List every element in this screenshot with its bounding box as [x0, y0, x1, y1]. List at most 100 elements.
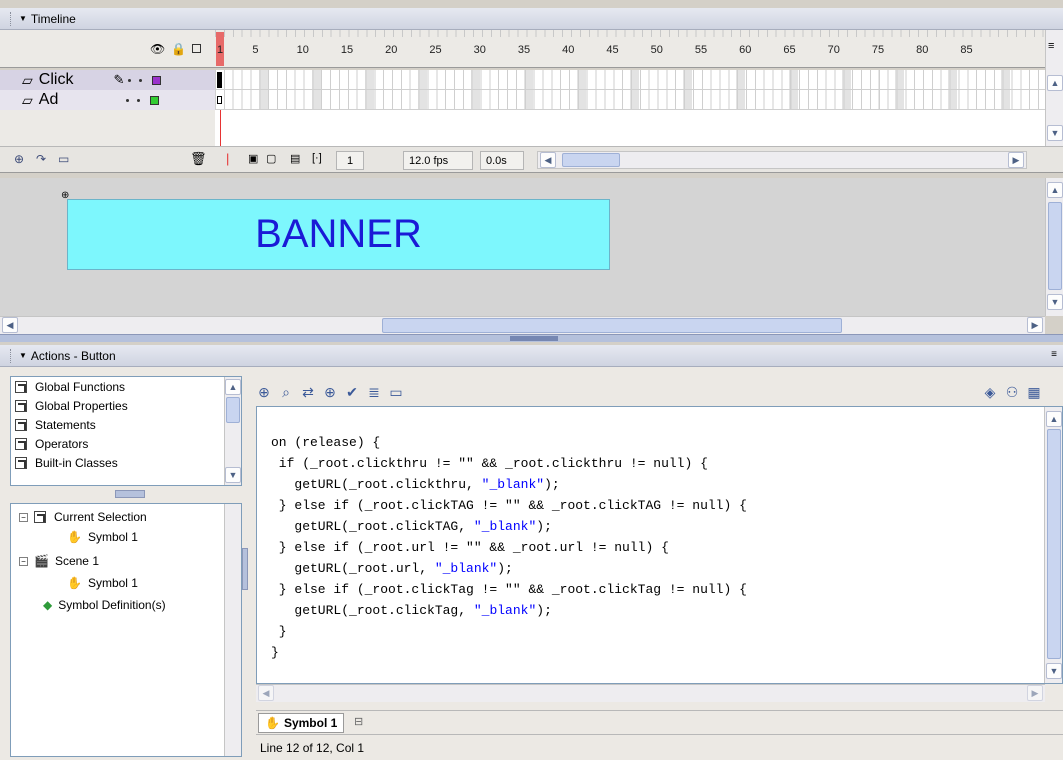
collapse-icon[interactable]: − [19, 512, 28, 522]
tree-item-symbol-definitions[interactable]: ◆ Symbol Definition(s) [43, 598, 166, 612]
toolbox-item[interactable]: Statements [11, 415, 241, 434]
code-line: getURL(_root.clickTag, "_blank"); [271, 603, 552, 618]
editor-vscroll[interactable]: ▲ ▼ [1044, 407, 1062, 683]
collapse-icon[interactable]: − [19, 556, 28, 566]
scroll-left-icon[interactable]: ◀ [2, 317, 18, 333]
stage[interactable]: ⊕ BANNER [0, 178, 1045, 316]
frames-row-ad[interactable] [215, 90, 1045, 110]
find-icon[interactable]: ⌕ [278, 384, 294, 400]
stage-hscroll[interactable]: ◀ ▶ [0, 316, 1045, 334]
timeline-menu-icon[interactable]: ≡ [1048, 40, 1054, 52]
toolbox-splitter-handle[interactable] [115, 490, 145, 498]
timeline-panel-title[interactable]: ▼ Timeline [0, 8, 1063, 30]
banner-button-symbol[interactable]: BANNER [67, 199, 610, 270]
tree-item-scene1[interactable]: − 🎬 Scene 1 [19, 554, 99, 568]
lock-dot[interactable] [139, 78, 143, 82]
frame-tick-label: 60 [739, 44, 752, 56]
frames-row-click[interactable] [215, 70, 1045, 90]
code-text[interactable]: on (release) { if (_root.clickthru != ""… [271, 411, 747, 705]
scroll-up-icon[interactable]: ▲ [225, 379, 241, 395]
toolbox-vscroll[interactable]: ▲ ▼ [224, 377, 241, 485]
keyframe[interactable] [217, 96, 222, 104]
scroll-down-icon[interactable]: ▼ [225, 467, 241, 483]
visibility-dot[interactable] [128, 78, 132, 82]
scroll-down-icon[interactable]: ▼ [1047, 125, 1063, 141]
symbol-definitions-icon: ◆ [43, 598, 53, 612]
scroll-up-icon[interactable]: ▲ [1047, 182, 1063, 198]
scroll-right-icon[interactable]: ▶ [1008, 152, 1024, 168]
fps-display[interactable]: 12.0 fps [403, 151, 473, 170]
toolbox-item[interactable]: Built-in Classes [11, 453, 241, 472]
code-line: getURL(_root.clickthru, "_blank"); [271, 477, 560, 492]
scroll-thumb[interactable] [562, 153, 620, 167]
panel-menu-icon[interactable]: ≡ [1051, 349, 1057, 360]
scroll-up-icon[interactable]: ▲ [1047, 75, 1063, 91]
tree-label: Scene 1 [54, 554, 99, 568]
debug-options-icon[interactable]: ⚇ [1004, 384, 1020, 400]
toolbox-item[interactable]: Global Properties [11, 396, 241, 415]
layer-name[interactable]: Ad [39, 91, 59, 109]
tab-symbol1[interactable]: ✋ Symbol 1 [258, 713, 345, 733]
book-icon [34, 511, 46, 523]
layer-name[interactable]: Click [39, 71, 74, 89]
onion-outline-icon[interactable]: ▢ [266, 152, 276, 165]
panel-grip[interactable] [10, 11, 13, 26]
add-guide-icon[interactable]: ↷ [36, 152, 46, 166]
scroll-up-icon[interactable]: ▲ [1046, 411, 1062, 427]
view-options-icon[interactable]: ▦ [1026, 384, 1042, 400]
navigator-vscroll[interactable] [224, 504, 241, 756]
reference-icon[interactable]: ◈ [982, 384, 998, 400]
onion-skin-icon[interactable]: ▣ [248, 152, 258, 165]
pin-icon[interactable]: ⊟ [354, 715, 363, 728]
scroll-down-icon[interactable]: ▼ [1046, 663, 1062, 679]
auto-format-icon[interactable]: ≣ [366, 384, 382, 400]
scroll-right-icon[interactable]: ▶ [1027, 685, 1043, 701]
scroll-down-icon[interactable]: ▼ [1047, 294, 1063, 310]
check-syntax-icon[interactable]: ✔ [344, 384, 360, 400]
toolbox-label: Operators [35, 436, 89, 451]
scroll-thumb[interactable] [1047, 429, 1061, 659]
center-frame-icon[interactable]: | [226, 151, 229, 166]
layer-color-square[interactable] [150, 95, 160, 105]
scroll-left-icon[interactable]: ◀ [540, 152, 556, 168]
scroll-thumb[interactable] [226, 397, 240, 423]
tree-item-current-selection[interactable]: − Current Selection [19, 510, 147, 524]
visibility-dot[interactable] [126, 98, 130, 102]
collapse-triangle-icon[interactable]: ▼ [19, 14, 27, 23]
add-statement-icon[interactable]: ⊕ [256, 384, 272, 400]
onion-markers-icon[interactable]: [·] [312, 152, 322, 164]
actions-panel-title[interactable]: ▼ Actions - Button ≡ [0, 345, 1063, 367]
scroll-left-icon[interactable]: ◀ [258, 685, 274, 701]
add-layer-icon[interactable]: ⊕ [14, 152, 24, 166]
eye-icon[interactable]: 👁 [150, 42, 165, 56]
editor-hscroll[interactable]: ◀ ▶ [256, 684, 1045, 702]
target-path-icon[interactable]: ⊕ [322, 384, 338, 400]
pane-splitter-handle[interactable] [242, 548, 248, 590]
toolbox-item[interactable]: Operators [11, 434, 241, 453]
tree-item-symbol1[interactable]: ✋ Symbol 1 [67, 530, 138, 544]
panel-grip[interactable] [10, 348, 13, 363]
collapse-triangle-icon[interactable]: ▼ [19, 351, 27, 360]
keyframe[interactable] [217, 72, 222, 88]
scroll-right-icon[interactable]: ▶ [1027, 317, 1043, 333]
layer-color-square[interactable] [152, 75, 162, 85]
trash-icon[interactable]: 🗑 [190, 151, 207, 167]
layer-row-click[interactable]: ▱ Click ✎ [0, 70, 215, 90]
toolbox-item[interactable]: Global Functions [11, 377, 241, 396]
splitter-handle[interactable] [510, 336, 558, 341]
scroll-thumb[interactable] [382, 318, 842, 333]
frames-hscroll[interactable]: ◀ ▶ [537, 151, 1027, 169]
lock-icon[interactable]: 🔒 [171, 42, 186, 56]
scroll-thumb[interactable] [1048, 202, 1062, 290]
edit-multiple-icon[interactable]: ▤ [290, 152, 300, 165]
replace-icon[interactable]: ⇄ [300, 384, 316, 400]
code-hint-icon[interactable]: ▭ [388, 384, 404, 400]
script-editor[interactable]: on (release) { if (_root.clickthru != ""… [256, 406, 1063, 684]
layer-row-ad[interactable]: ▱ Ad [0, 90, 215, 110]
panel-splitter[interactable] [0, 334, 1063, 342]
lock-dot[interactable] [137, 98, 141, 102]
add-folder-icon[interactable]: ▭ [58, 152, 69, 166]
tree-item-symbol1[interactable]: ✋ Symbol 1 [67, 576, 138, 590]
stage-vscroll[interactable]: ▲ ▼ [1045, 178, 1063, 316]
outline-icon[interactable] [192, 44, 202, 53]
